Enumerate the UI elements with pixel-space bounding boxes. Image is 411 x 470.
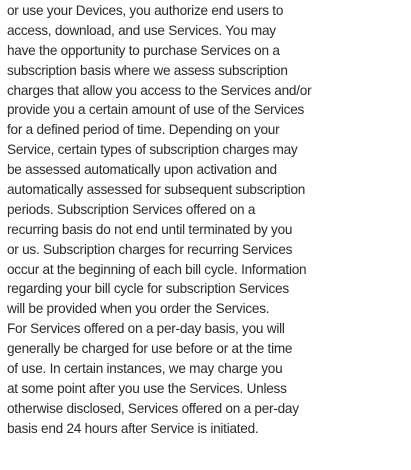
text-line: recurring basis do not end until termina… xyxy=(7,221,293,237)
text-line: provide you a certain amount of use of t… xyxy=(7,102,305,118)
text-line: be assessed automatically upon activatio… xyxy=(7,162,277,178)
text-line: subscription basis where we assess subsc… xyxy=(7,62,288,78)
text-line: of use. In certain instances, we may cha… xyxy=(7,361,283,377)
text-line: basis end 24 hours after Service is init… xyxy=(7,420,259,436)
text-line: at some point after you use the Services… xyxy=(7,380,287,396)
text-line: have the opportunity to purchase Service… xyxy=(7,42,280,58)
document-body: or use your Devices, you authorize end u… xyxy=(7,1,407,439)
text-line: access, download, and use Services. You … xyxy=(7,22,276,38)
text-line: charges that allow you access to the Ser… xyxy=(7,82,312,98)
text-line: automatically assessed for subsequent su… xyxy=(7,182,306,198)
text-line: For Services offered on a per-day basis,… xyxy=(7,321,285,337)
text-line: generally be charged for use before or a… xyxy=(7,341,293,357)
text-line: or us. Subscription charges for recurrin… xyxy=(7,241,293,257)
text-line: or use your Devices, you authorize end u… xyxy=(7,3,284,18)
text-line: Service, certain types of subscription c… xyxy=(7,142,298,158)
text-line: periods. Subscription Services offered o… xyxy=(7,201,256,217)
text-line: otherwise disclosed, Services offered on… xyxy=(7,400,299,416)
text-line: for a defined period of time. Depending … xyxy=(7,122,280,138)
text-line: regarding your bill cycle for subscripti… xyxy=(7,281,289,297)
text-line: occur at the beginning of each bill cycl… xyxy=(7,261,307,277)
text-line: will be provided when you order the Serv… xyxy=(7,301,270,317)
